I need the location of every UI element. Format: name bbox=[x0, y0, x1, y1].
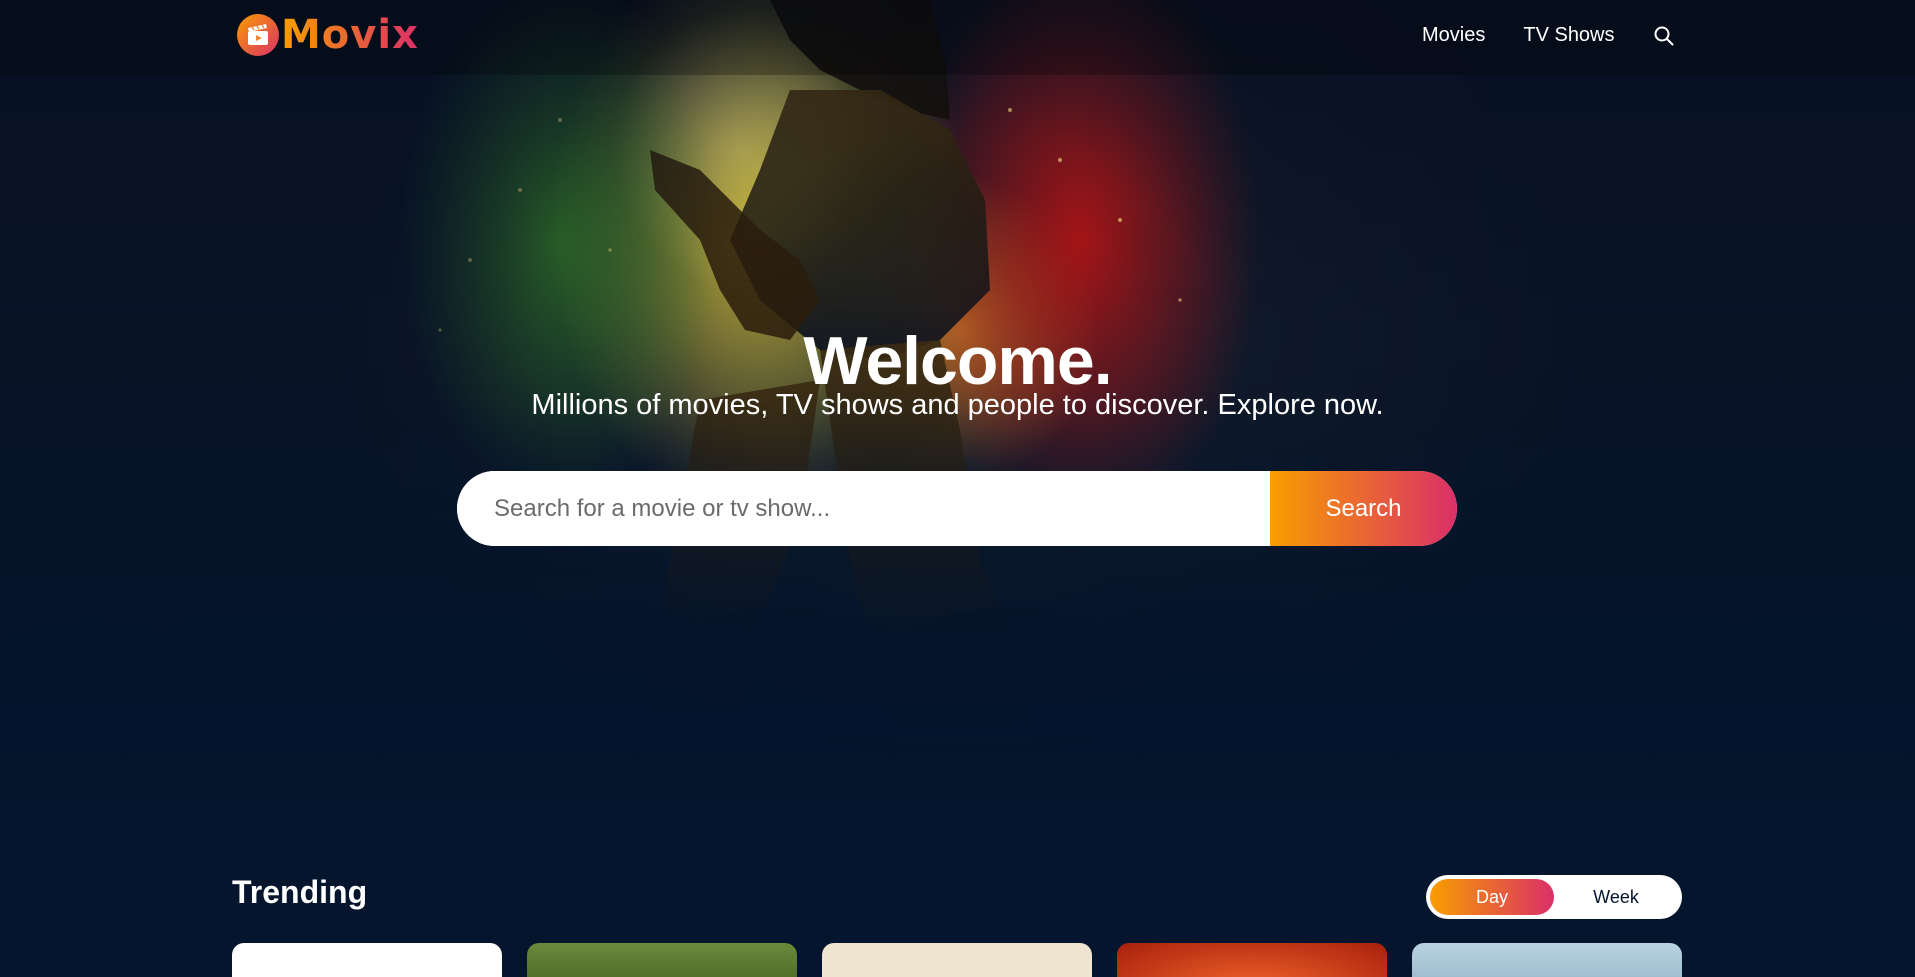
tab-day[interactable]: Day bbox=[1430, 879, 1554, 915]
hero-banner: Welcome. Millions of movies, TV shows an… bbox=[0, 0, 1915, 820]
search-button[interactable]: Search bbox=[1270, 471, 1457, 546]
trending-card[interactable] bbox=[527, 943, 797, 977]
top-header: Movix Movies TV Shows bbox=[0, 0, 1915, 75]
hero-subtitle: Millions of movies, TV shows and people … bbox=[531, 389, 1384, 421]
trending-carousel bbox=[232, 943, 1707, 977]
nav-movies[interactable]: Movies bbox=[1422, 24, 1485, 47]
trending-card[interactable] bbox=[232, 943, 502, 977]
logo-clapperboard-icon bbox=[237, 14, 279, 56]
logo-text: Movix bbox=[281, 12, 419, 58]
trending-card[interactable] bbox=[822, 943, 1092, 977]
trending-section-title: Trending bbox=[232, 874, 368, 910]
hero-search-bar: Search bbox=[457, 471, 1457, 546]
main-nav: Movies TV Shows bbox=[1422, 24, 1675, 47]
hero-fade-overlay bbox=[0, 400, 1915, 820]
search-input[interactable] bbox=[457, 471, 1270, 546]
trending-card[interactable] bbox=[1412, 943, 1682, 977]
logo[interactable]: Movix bbox=[237, 12, 419, 58]
trending-period-switch: Day Week bbox=[1426, 875, 1682, 919]
nav-tv-shows[interactable]: TV Shows bbox=[1523, 24, 1614, 47]
trending-card[interactable] bbox=[1117, 943, 1387, 977]
tab-week[interactable]: Week bbox=[1554, 879, 1678, 915]
search-icon[interactable] bbox=[1653, 25, 1675, 47]
